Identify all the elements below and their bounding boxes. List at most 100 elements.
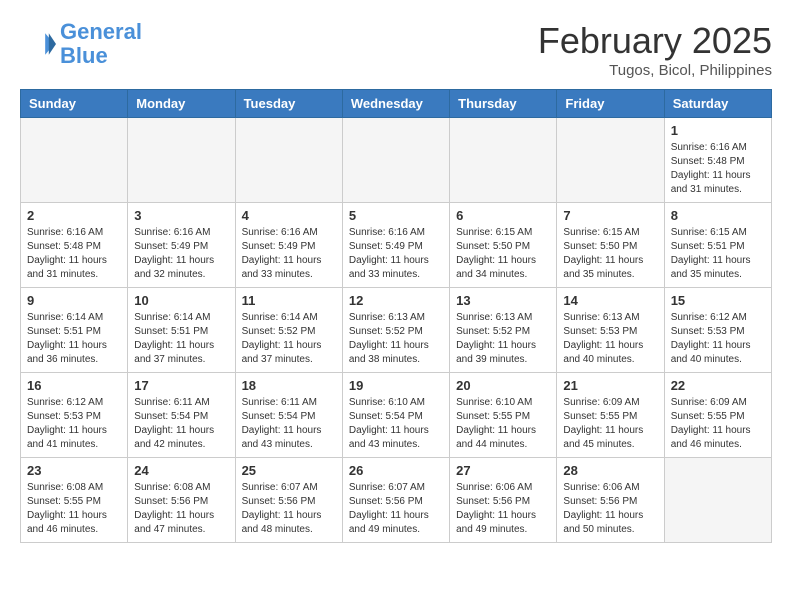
logo-icon (20, 26, 56, 62)
day-info: Sunrise: 6:14 AM Sunset: 5:51 PM Dayligh… (27, 311, 121, 367)
day-info: Sunrise: 6:15 AM Sunset: 5:50 PM Dayligh… (456, 226, 550, 282)
calendar-cell (128, 118, 235, 203)
day-number: 10 (134, 293, 228, 308)
location-subtitle: Tugos, Bicol, Philippines (538, 62, 772, 79)
day-number: 1 (671, 123, 765, 138)
day-info: Sunrise: 6:11 AM Sunset: 5:54 PM Dayligh… (134, 396, 228, 452)
day-number: 19 (349, 378, 443, 393)
calendar-cell: 19Sunrise: 6:10 AM Sunset: 5:54 PM Dayli… (342, 373, 449, 458)
day-info: Sunrise: 6:16 AM Sunset: 5:49 PM Dayligh… (242, 226, 336, 282)
logo-text: General Blue (60, 20, 142, 68)
calendar-cell: 1Sunrise: 6:16 AM Sunset: 5:48 PM Daylig… (664, 118, 771, 203)
day-number: 2 (27, 208, 121, 223)
calendar-cell: 5 Sunrise: 6:16 AM Sunset: 5:49 PM Daylig… (342, 203, 449, 288)
day-number: 9 (27, 293, 121, 308)
day-number: 24 (134, 463, 228, 478)
calendar-cell: 21 Sunrise: 6:09 AM Sunset: 5:55 PM Dayli… (557, 373, 664, 458)
column-header-thursday: Thursday (450, 90, 557, 118)
calendar-cell (235, 118, 342, 203)
day-number: 20 (456, 378, 550, 393)
calendar-header-row: SundayMondayTuesdayWednesdayThursdayFrid… (21, 90, 772, 118)
day-info: Sunrise: 6:13 AM Sunset: 5:53 PM Dayligh… (563, 311, 657, 367)
calendar-cell: 23 Sunrise: 6:08 AM Sunset: 5:55 PM Dayli… (21, 458, 128, 543)
calendar-cell: 15 Sunrise: 6:12 AM Sunset: 5:53 PM Dayli… (664, 288, 771, 373)
day-number: 25 (242, 463, 336, 478)
day-info: Sunrise: 6:13 AM Sunset: 5:52 PM Dayligh… (456, 311, 550, 367)
calendar-cell: 18 Sunrise: 6:11 AM Sunset: 5:54 PM Dayli… (235, 373, 342, 458)
calendar-cell: 13 Sunrise: 6:13 AM Sunset: 5:52 PM Dayli… (450, 288, 557, 373)
calendar-cell: 22 Sunrise: 6:09 AM Sunset: 5:55 PM Dayli… (664, 373, 771, 458)
day-info: Sunrise: 6:14 AM Sunset: 5:51 PM Dayligh… (134, 311, 228, 367)
day-info: Sunrise: 6:12 AM Sunset: 5:53 PM Dayligh… (671, 311, 765, 367)
day-number: 26 (349, 463, 443, 478)
calendar-cell (21, 118, 128, 203)
day-number: 23 (27, 463, 121, 478)
calendar-cell: 28 Sunrise: 6:06 AM Sunset: 5:56 PM Dayli… (557, 458, 664, 543)
day-info: Sunrise: 6:15 AM Sunset: 5:50 PM Dayligh… (563, 226, 657, 282)
week-row-3: 9 Sunrise: 6:14 AM Sunset: 5:51 PM Daylig… (21, 288, 772, 373)
calendar-cell: 24 Sunrise: 6:08 AM Sunset: 5:56 PM Dayli… (128, 458, 235, 543)
day-number: 16 (27, 378, 121, 393)
week-row-2: 2 Sunrise: 6:16 AM Sunset: 5:48 PM Daylig… (21, 203, 772, 288)
calendar-cell: 6 Sunrise: 6:15 AM Sunset: 5:50 PM Daylig… (450, 203, 557, 288)
calendar-cell: 14 Sunrise: 6:13 AM Sunset: 5:53 PM Dayli… (557, 288, 664, 373)
day-info: Sunrise: 6:09 AM Sunset: 5:55 PM Dayligh… (671, 396, 765, 452)
calendar-cell: 25 Sunrise: 6:07 AM Sunset: 5:56 PM Dayli… (235, 458, 342, 543)
day-number: 15 (671, 293, 765, 308)
calendar-cell: 9 Sunrise: 6:14 AM Sunset: 5:51 PM Daylig… (21, 288, 128, 373)
column-header-friday: Friday (557, 90, 664, 118)
day-number: 12 (349, 293, 443, 308)
day-info: Sunrise: 6:08 AM Sunset: 5:56 PM Dayligh… (134, 481, 228, 537)
calendar-cell (342, 118, 449, 203)
calendar-cell: 10 Sunrise: 6:14 AM Sunset: 5:51 PM Dayli… (128, 288, 235, 373)
day-number: 13 (456, 293, 550, 308)
day-info: Sunrise: 6:16 AM Sunset: 5:49 PM Dayligh… (134, 226, 228, 282)
day-number: 6 (456, 208, 550, 223)
column-header-saturday: Saturday (664, 90, 771, 118)
week-row-4: 16 Sunrise: 6:12 AM Sunset: 5:53 PM Dayli… (21, 373, 772, 458)
calendar-cell: 20 Sunrise: 6:10 AM Sunset: 5:55 PM Dayli… (450, 373, 557, 458)
day-number: 17 (134, 378, 228, 393)
column-header-monday: Monday (128, 90, 235, 118)
day-info: Sunrise: 6:12 AM Sunset: 5:53 PM Dayligh… (27, 396, 121, 452)
calendar-cell: 17 Sunrise: 6:11 AM Sunset: 5:54 PM Dayli… (128, 373, 235, 458)
calendar-cell: 3Sunrise: 6:16 AM Sunset: 5:49 PM Daylig… (128, 203, 235, 288)
calendar-cell: 11Sunrise: 6:14 AM Sunset: 5:52 PM Dayli… (235, 288, 342, 373)
calendar-cell (664, 458, 771, 543)
title-block: February 2025 Tugos, Bicol, Philippines (538, 20, 772, 79)
day-info: Sunrise: 6:11 AM Sunset: 5:54 PM Dayligh… (242, 396, 336, 452)
day-info: Sunrise: 6:06 AM Sunset: 5:56 PM Dayligh… (563, 481, 657, 537)
day-info: Sunrise: 6:07 AM Sunset: 5:56 PM Dayligh… (242, 481, 336, 537)
column-header-sunday: Sunday (21, 90, 128, 118)
day-number: 18 (242, 378, 336, 393)
day-info: Sunrise: 6:16 AM Sunset: 5:49 PM Dayligh… (349, 226, 443, 282)
day-number: 22 (671, 378, 765, 393)
day-number: 8 (671, 208, 765, 223)
calendar-cell: 26Sunrise: 6:07 AM Sunset: 5:56 PM Dayli… (342, 458, 449, 543)
day-number: 14 (563, 293, 657, 308)
column-header-tuesday: Tuesday (235, 90, 342, 118)
day-info: Sunrise: 6:10 AM Sunset: 5:55 PM Dayligh… (456, 396, 550, 452)
calendar-cell (557, 118, 664, 203)
day-info: Sunrise: 6:14 AM Sunset: 5:52 PM Dayligh… (242, 311, 336, 367)
week-row-5: 23 Sunrise: 6:08 AM Sunset: 5:55 PM Dayli… (21, 458, 772, 543)
day-info: Sunrise: 6:09 AM Sunset: 5:55 PM Dayligh… (563, 396, 657, 452)
week-row-1: 1Sunrise: 6:16 AM Sunset: 5:48 PM Daylig… (21, 118, 772, 203)
day-number: 4 (242, 208, 336, 223)
calendar-cell: 7 Sunrise: 6:15 AM Sunset: 5:50 PM Daylig… (557, 203, 664, 288)
day-info: Sunrise: 6:13 AM Sunset: 5:52 PM Dayligh… (349, 311, 443, 367)
day-info: Sunrise: 6:16 AM Sunset: 5:48 PM Dayligh… (27, 226, 121, 282)
day-number: 21 (563, 378, 657, 393)
calendar-cell: 16 Sunrise: 6:12 AM Sunset: 5:53 PM Dayli… (21, 373, 128, 458)
day-number: 27 (456, 463, 550, 478)
month-title: February 2025 (538, 20, 772, 62)
day-info: Sunrise: 6:15 AM Sunset: 5:51 PM Dayligh… (671, 226, 765, 282)
day-number: 28 (563, 463, 657, 478)
day-info: Sunrise: 6:08 AM Sunset: 5:55 PM Dayligh… (27, 481, 121, 537)
day-number: 5 (349, 208, 443, 223)
day-number: 7 (563, 208, 657, 223)
column-header-wednesday: Wednesday (342, 90, 449, 118)
calendar-cell: 2 Sunrise: 6:16 AM Sunset: 5:48 PM Daylig… (21, 203, 128, 288)
calendar-cell: 12 Sunrise: 6:13 AM Sunset: 5:52 PM Dayli… (342, 288, 449, 373)
calendar-cell: 4 Sunrise: 6:16 AM Sunset: 5:49 PM Daylig… (235, 203, 342, 288)
